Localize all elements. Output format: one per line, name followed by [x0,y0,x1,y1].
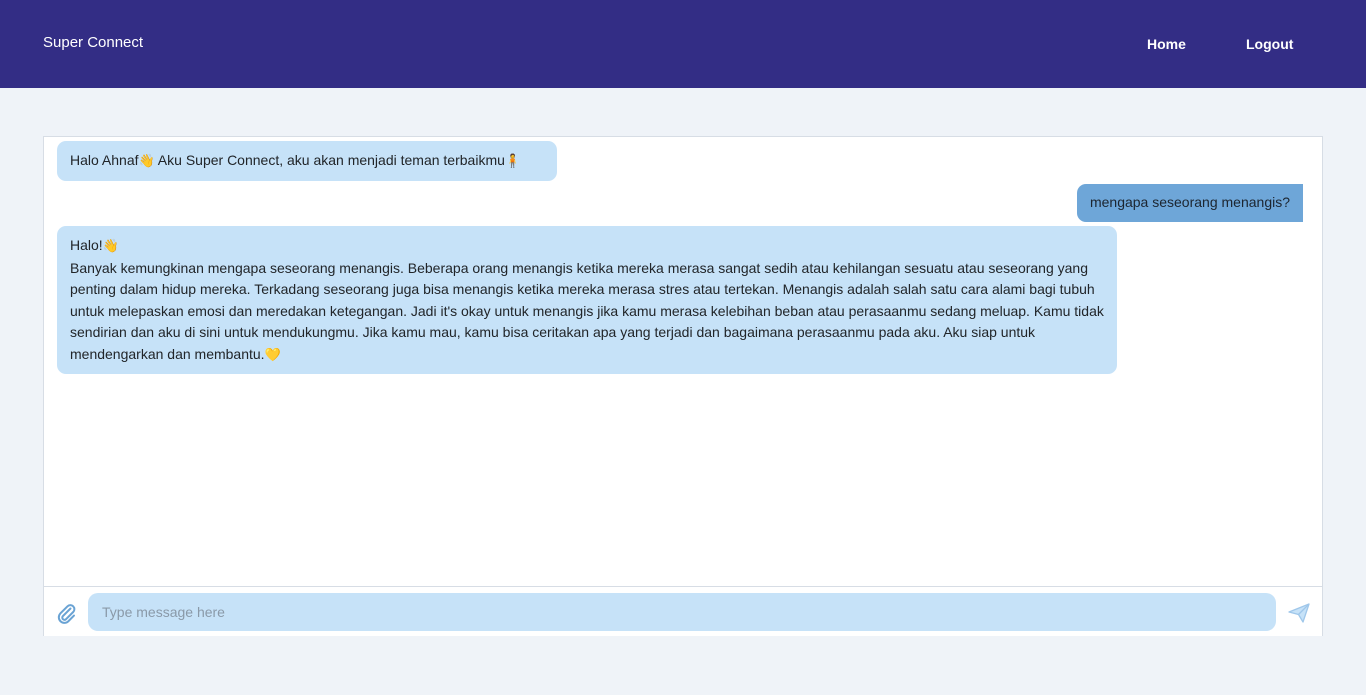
nav-home-link[interactable]: Home [1147,36,1186,52]
user-message: mengapa seseorang menangis? [1076,184,1303,222]
message-composer [44,586,1322,636]
chat-panel: Halo Ahnaf👋 Aku Super Connect, aku akan … [43,136,1323,636]
top-navbar: Super Connect Home Logout [0,0,1366,88]
nav-logout-link[interactable]: Logout [1246,36,1293,52]
message-text: Aku Super Connect, aku akan menjadi tema… [154,152,505,168]
message-text: Banyak kemungkinan mengapa seseorang men… [70,259,1104,362]
person-icon: 🧍 [504,154,522,169]
message-text: mengapa seseorang menangis? [1089,194,1290,210]
paperclip-icon[interactable] [56,602,76,624]
waving-hand-icon: 👋 [102,239,119,254]
yellow-heart-icon: 💛 [264,347,281,363]
paper-plane-icon[interactable] [1288,603,1310,623]
message-text: Halo Ahnaf [70,152,139,168]
bot-message: Halo Ahnaf👋 Aku Super Connect, aku akan … [57,141,557,181]
bot-message: Halo!👋 Banyak kemungkinan mengapa seseor… [57,226,1117,374]
message-greeting: Halo! [70,237,103,253]
message-input[interactable] [88,593,1276,631]
waving-hand-icon: 👋 [138,154,155,169]
message-list[interactable]: Halo Ahnaf👋 Aku Super Connect, aku akan … [44,137,1322,586]
brand-logo-text[interactable]: Super Connect [43,34,143,51]
